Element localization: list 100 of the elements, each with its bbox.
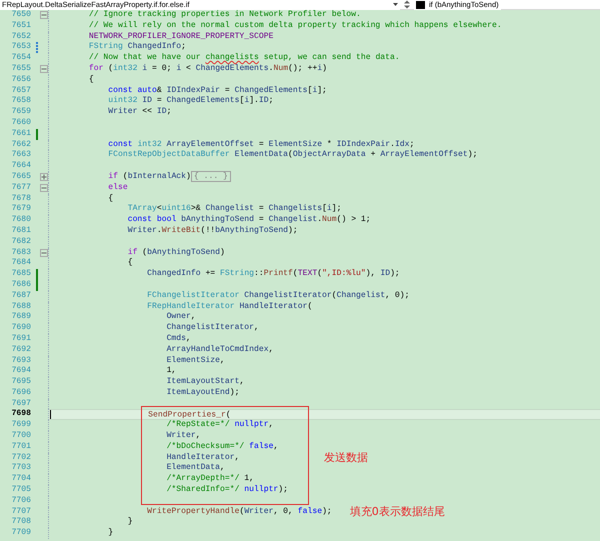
code-line: FString ChangedInfo; bbox=[88, 42, 186, 52]
code-line: if (bInternalAck) { ... } bbox=[108, 170, 231, 182]
code-line: SendProperties_r( bbox=[148, 411, 231, 420]
line-number: 7696 bbox=[10, 388, 31, 399]
line-number: 7680 bbox=[10, 215, 31, 226]
line-number: 7653 bbox=[10, 42, 31, 54]
line-number: 7708 bbox=[10, 517, 31, 528]
minus-icon[interactable] bbox=[40, 248, 48, 257]
spinner-icon[interactable] bbox=[404, 0, 410, 9]
code-line: uint32 ID = ChangedElements[i].ID; bbox=[108, 96, 274, 106]
line-number: 7679 bbox=[10, 204, 31, 216]
code-line: else bbox=[108, 182, 128, 192]
line-number: 7664 bbox=[10, 161, 31, 172]
code-line: HandleIterator, bbox=[166, 452, 240, 462]
code-line: FRepHandleIterator HandleIterator( bbox=[147, 302, 312, 311]
code-line: ItemLayoutStart, bbox=[166, 377, 244, 386]
code-line: TArray<uint16>& Changelist = Changelists[i]; bbox=[128, 204, 342, 214]
code-line: ChangedInfo += FString::Printf(TEXT(",ID:%lu"), ID); bbox=[147, 269, 400, 278]
code-line: { bbox=[128, 258, 133, 268]
line-number: 7657 bbox=[10, 86, 31, 96]
line-number: 7650 bbox=[10, 10, 31, 21]
code-line: WritePropertyHandle(Writer, 0, false); bbox=[147, 506, 332, 516]
code-line: ChangelistIterator, bbox=[166, 323, 259, 332]
line-number: 7660 bbox=[10, 118, 31, 129]
code-line: ItemLayoutEnd); bbox=[166, 388, 240, 397]
line-number: 7698 bbox=[10, 409, 31, 420]
code-line: /*SharedInfo=*/ nullptr); bbox=[166, 485, 288, 494]
line-number: 7701 bbox=[10, 442, 31, 453]
code-line: // Now that we have our changelists setup, we can send the data. bbox=[88, 53, 400, 62]
change-marker bbox=[36, 42, 38, 54]
code-line: { bbox=[88, 74, 94, 84]
code-line: if (bAnythingToSend) bbox=[128, 248, 225, 257]
text-caret bbox=[50, 410, 51, 420]
line-number: 7659 bbox=[10, 107, 31, 118]
code-line: Cmds, bbox=[166, 334, 191, 343]
code-line: Owner, bbox=[166, 312, 196, 322]
line-number: 7685 bbox=[10, 269, 31, 280]
line-number: 7689 bbox=[10, 312, 31, 324]
line-number: 7656 bbox=[10, 74, 31, 86]
code-line: const bool bAnythingToSend = Changelist.Num() > 1; bbox=[128, 215, 371, 224]
code-line: FChangelistIterator ChangelistIterator(Changelist, 0); bbox=[147, 290, 410, 300]
code-line: NETWORK_PROFILER_IGNORE_PROPERTY_SCOPE bbox=[88, 32, 274, 41]
minus-icon[interactable] bbox=[40, 184, 48, 192]
line-number: 7681 bbox=[10, 226, 31, 237]
line-number: 7692 bbox=[10, 344, 31, 356]
line-number: 7707 bbox=[10, 506, 31, 518]
line-number: 7677 bbox=[10, 182, 31, 194]
line-number: 7678 bbox=[10, 194, 31, 204]
code-line: ElementData, bbox=[166, 463, 225, 472]
annotation-note: 填充0表示数据结尾 bbox=[350, 504, 445, 518]
code-line: Writer.WriteBit(!!bAnythingToSend); bbox=[128, 226, 298, 235]
square-icon bbox=[416, 0, 425, 8]
code-line: // Ignore tracking properties in Network Profiler below. bbox=[88, 10, 361, 19]
line-number: 7654 bbox=[10, 53, 31, 64]
code-line: Writer, bbox=[166, 431, 201, 440]
line-number: 7665 bbox=[10, 172, 31, 183]
code-line: { bbox=[108, 194, 114, 203]
caret-icon bbox=[393, 3, 398, 6]
code-line: for (int32 i = 0; i < ChangedElements.Num(); ++i) bbox=[88, 64, 327, 73]
minus-icon[interactable] bbox=[40, 65, 48, 74]
line-number: 7697 bbox=[10, 398, 31, 410]
code-line: /*ArrayDepth=*/ 1, bbox=[166, 474, 254, 484]
code-line: ArrayHandleToCmdIndex, bbox=[166, 344, 274, 354]
code-line: 1, bbox=[166, 366, 176, 376]
line-number: 7695 bbox=[10, 377, 31, 388]
line-number: 7683 bbox=[10, 248, 31, 258]
code-line: Writer << ID; bbox=[108, 107, 172, 116]
line-number: 7700 bbox=[10, 431, 31, 442]
line-number: 7706 bbox=[10, 496, 31, 507]
plus-icon[interactable] bbox=[40, 173, 48, 182]
code-line: FConstRepObjectDataBuffer ElementData(ObjectArrayData + ArrayElementOffset); bbox=[108, 150, 478, 160]
minus-icon[interactable] bbox=[40, 11, 48, 20]
line-number: 7658 bbox=[10, 96, 31, 108]
line-number: 7702 bbox=[10, 452, 31, 464]
line-number: 7693 bbox=[10, 356, 31, 366]
line-number: 7709 bbox=[10, 528, 31, 540]
line-number: 7690 bbox=[10, 323, 31, 334]
line-number: 7703 bbox=[10, 463, 31, 474]
line-number: 7688 bbox=[10, 302, 31, 312]
code-line: ElementSize, bbox=[166, 356, 225, 364]
code-line: /*bDoChecksum=*/ false, bbox=[166, 442, 278, 451]
code-line: } bbox=[128, 517, 133, 526]
line-number: 7691 bbox=[10, 334, 31, 345]
code-line: } bbox=[108, 528, 114, 538]
line-number: 7652 bbox=[10, 32, 31, 42]
code-line: const int32 ArrayElementOffset = ElementSize * IDIndexPair.Idx; bbox=[108, 140, 414, 149]
code-line: // We will rely on the normal custom delta property tracking which happens elsewhere. bbox=[88, 20, 502, 30]
line-number: 7682 bbox=[10, 236, 31, 248]
change-marker bbox=[36, 128, 38, 140]
line-number: 7694 bbox=[10, 366, 31, 378]
line-number: 7651 bbox=[10, 20, 31, 32]
line-number: 7687 bbox=[10, 290, 31, 302]
code-line: /*RepState=*/ nullptr, bbox=[166, 420, 274, 430]
line-number: 7663 bbox=[10, 150, 31, 162]
line-number: 7661 bbox=[10, 128, 31, 140]
line-number: 7686 bbox=[10, 280, 31, 291]
line-number: 7699 bbox=[10, 420, 31, 432]
line-number: 7684 bbox=[10, 258, 31, 270]
annotation-note: 发送数据 bbox=[324, 450, 368, 464]
line-number: 7655 bbox=[10, 64, 31, 75]
